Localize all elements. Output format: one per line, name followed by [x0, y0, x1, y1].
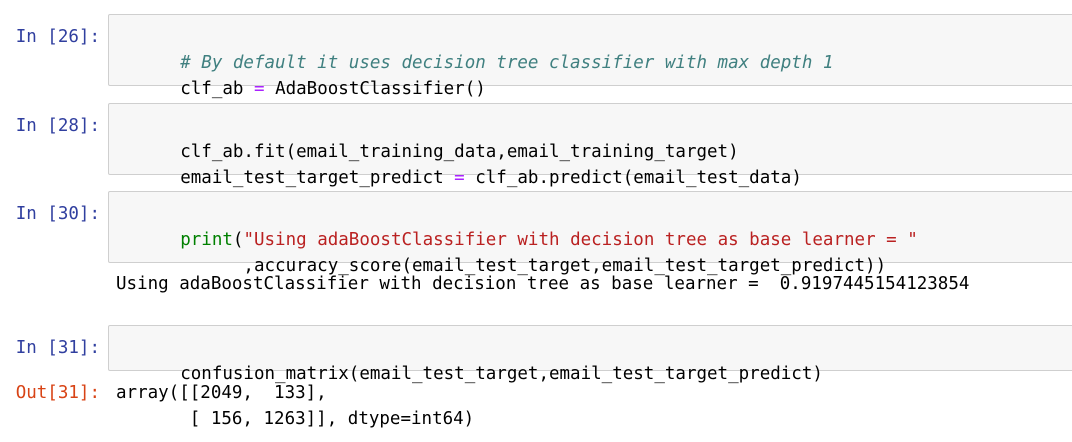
code-token: clf_ab.fit(email_training_data,email_tra… [180, 142, 739, 162]
output-line: array([[2049, 133], [116, 383, 327, 403]
cell-output: Using adaBoostClassifier with decision t… [116, 271, 1072, 297]
code-token: clf_ab [180, 79, 254, 99]
code-input[interactable]: # By default it uses decision tree class… [108, 14, 1072, 99]
output-prompt: Out[31]: [15, 383, 100, 403]
input-prompt: In [30]: [15, 204, 100, 224]
code-line: print("Using adaBoostClassifier with dec… [117, 201, 1072, 250]
code-input[interactable]: confusion_matrix(email_test_target,email… [108, 325, 1072, 384]
output-line: [ 156, 1263]], dtype=int64) [116, 409, 475, 429]
operator-token: = [253, 79, 265, 99]
code-token: ( [232, 230, 244, 250]
cell-output: array([[2049, 133], [ 156, 1263]], dtype… [116, 380, 1072, 432]
code-token: AdaBoostClassifier() [264, 79, 486, 99]
code-line: clf_ab.fit(email_training_data,email_tra… [117, 113, 1072, 162]
input-prompt: In [31]: [15, 338, 100, 358]
input-prompt: In [28]: [15, 116, 100, 136]
code-token: clf_ab.predict(email_test_data) [464, 168, 802, 188]
input-prompt: In [26]: [15, 27, 100, 47]
builtin-token: print [180, 230, 233, 250]
comment-token: # By default it uses decision tree class… [180, 53, 834, 73]
operator-token: = [454, 168, 465, 188]
string-token: "Using adaBoostClassifier with decision … [243, 230, 918, 250]
code-input[interactable]: clf_ab.fit(email_training_data,email_tra… [108, 103, 1072, 188]
code-token: email_test_target_predict [180, 168, 455, 188]
code-line: confusion_matrix(email_test_target,email… [117, 335, 1072, 384]
code-input[interactable]: print("Using adaBoostClassifier with dec… [108, 191, 1072, 276]
code-line: # By default it uses decision tree class… [117, 24, 1072, 73]
stdout-line: Using adaBoostClassifier with decision t… [116, 274, 970, 294]
